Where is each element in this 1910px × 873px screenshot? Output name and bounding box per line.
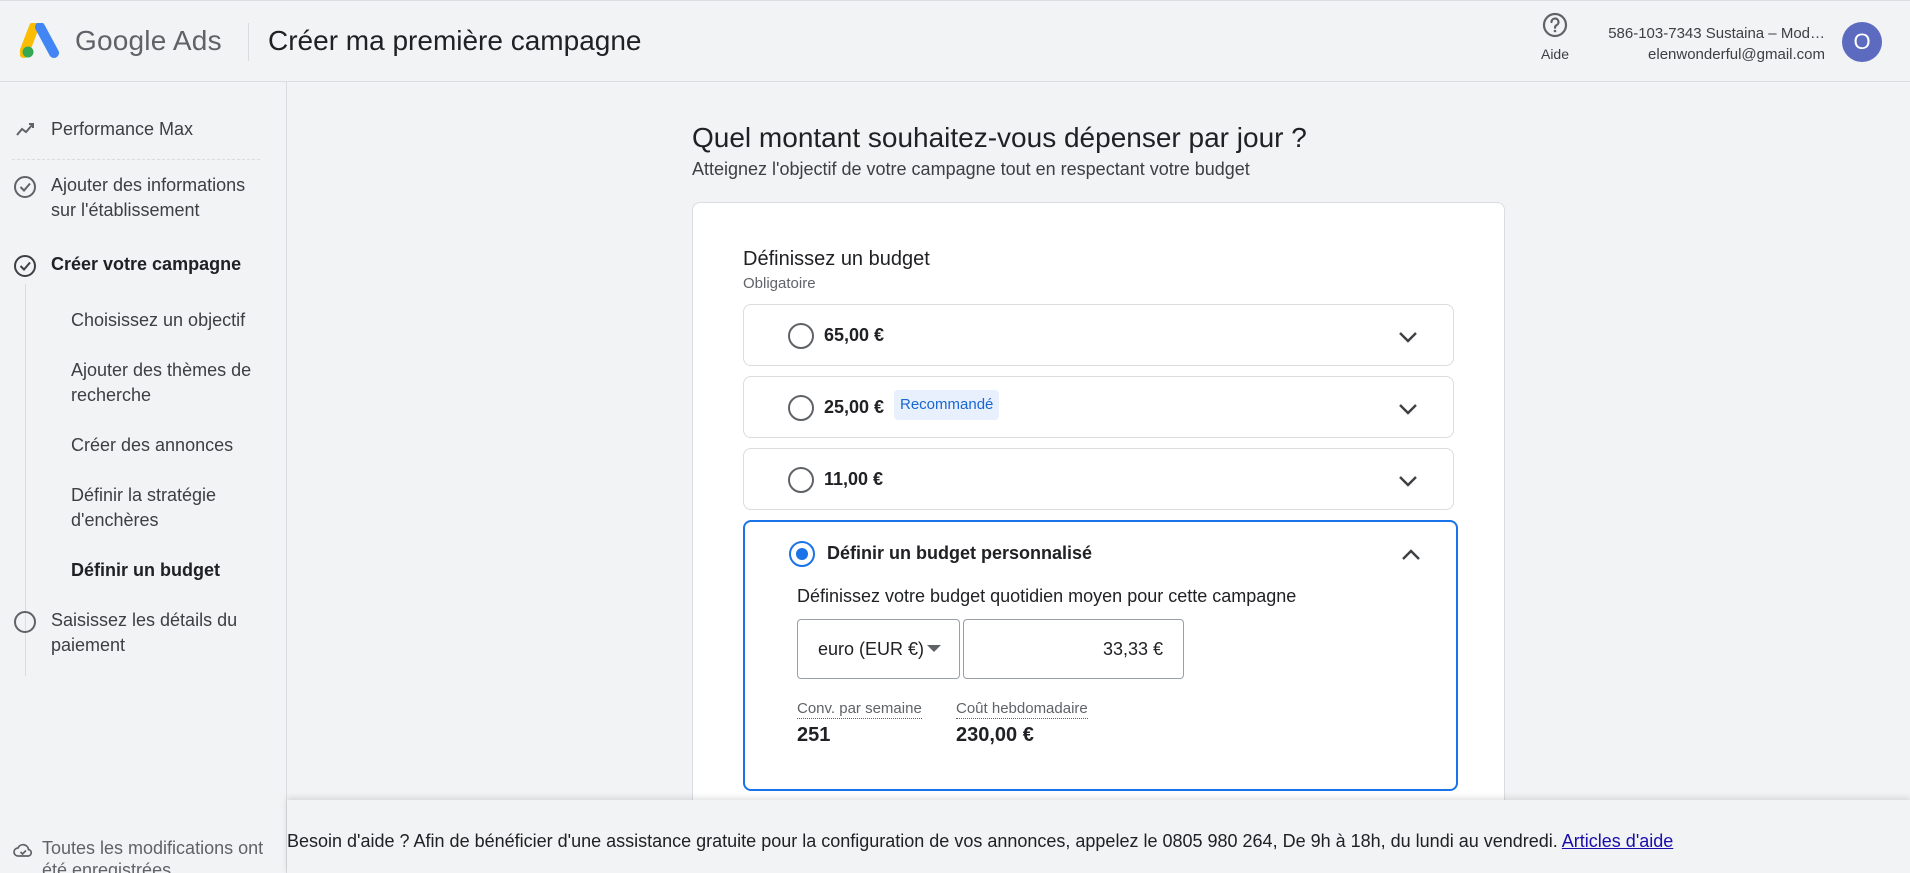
sidebar-item-label: Performance Max: [51, 119, 194, 139]
help-label: Aide: [1540, 46, 1570, 62]
top-bar: Google Ads Créer ma première campagne Ai…: [0, 0, 1910, 82]
currency-select[interactable]: euro (EUR €): [797, 619, 960, 679]
sidebar-item-performance-max[interactable]: Performance Max: [12, 117, 193, 143]
check-circle-icon: [14, 255, 36, 277]
divider: [12, 159, 260, 160]
avatar[interactable]: O: [1842, 22, 1882, 62]
sidebar-item-business-info[interactable]: Ajouter des informations sur l'établisse…: [12, 173, 267, 223]
custom-budget-description: Définissez votre budget quotidien moyen …: [797, 586, 1297, 606]
sidebar-item-create-campaign[interactable]: Créer votre campagne: [12, 252, 241, 278]
save-status: Toutes les modifications ont été enregis…: [12, 837, 287, 873]
substep-objective[interactable]: Choisissez un objectif: [71, 308, 271, 333]
custom-budget-label: Définir un budget personnalisé: [827, 543, 1093, 563]
budget-option-1[interactable]: 65,00 €: [743, 304, 1454, 366]
weekly-cost-label[interactable]: Coût hebdomadaire: [956, 700, 1088, 719]
dropdown-arrow-icon: [927, 645, 941, 652]
help-footer: Besoin d'aide ? Afin de bénéficier d'une…: [287, 800, 1910, 873]
account-id: 586-103-7343 Sustaina – Mod…: [1608, 25, 1825, 42]
help-articles-link[interactable]: Articles d'aide: [1562, 831, 1674, 851]
weekly-cost-value: 230,00 €: [956, 724, 1034, 746]
sidebar-item-payment[interactable]: Saisissez les détails du paiement: [12, 608, 267, 658]
help-circle-icon: [1542, 12, 1568, 38]
circle-icon: [14, 611, 36, 633]
conversions-value: 251: [797, 724, 831, 746]
conversions-label[interactable]: Conv. par semaine: [797, 700, 922, 719]
budget-option-label: 65,00 €: [824, 325, 885, 345]
google-ads-logo-icon[interactable]: [20, 23, 62, 59]
chevron-up-icon[interactable]: [1398, 542, 1424, 568]
save-status-text: Toutes les modifications ont été enregis…: [42, 838, 264, 873]
question-subtitle: Atteignez l'objectif de votre campagne t…: [692, 159, 1250, 179]
radio-button[interactable]: [788, 467, 814, 493]
check-circle-icon: [14, 176, 36, 198]
brand-name: Google Ads: [75, 25, 222, 56]
radio-button-selected[interactable]: [789, 541, 815, 567]
substep-bidding[interactable]: Définir la stratégie d'enchères: [71, 483, 271, 533]
chevron-down-icon[interactable]: [1395, 396, 1421, 422]
help-button[interactable]: Aide: [1535, 11, 1575, 62]
footer-message: Besoin d'aide ? Afin de bénéficier d'une…: [287, 831, 1558, 851]
substep-budget[interactable]: Définir un budget: [71, 558, 271, 583]
chart-icon: [16, 123, 34, 136]
currency-value: euro (EUR €): [818, 639, 925, 659]
question-title: Quel montant souhaitez-vous dépenser par…: [692, 122, 1307, 153]
recommended-badge: Recommandé: [894, 390, 1000, 420]
substep-search-themes[interactable]: Ajouter des thèmes de recherche: [71, 358, 271, 408]
custom-budget-option[interactable]: Définir un budget personnalisé Définisse…: [743, 520, 1458, 791]
radio-button[interactable]: [788, 323, 814, 349]
sidebar-item-label: Créer votre campagne: [51, 254, 242, 274]
card-title: Définissez un budget: [743, 248, 930, 270]
chevron-down-icon[interactable]: [1395, 324, 1421, 350]
budget-option-label: 11,00 €: [824, 469, 884, 489]
sidebar: Performance Max Ajouter des informations…: [0, 82, 287, 873]
sidebar-item-label: Ajouter des informations sur l'établisse…: [51, 175, 246, 220]
budget-option-2[interactable]: 25,00 € Recommandé: [743, 376, 1454, 438]
account-switcher[interactable]: 586-103-7343 Sustaina – Mod… elenwonderf…: [1608, 23, 1825, 65]
budget-amount-input[interactable]: 33,33 €: [963, 619, 1184, 679]
required-label: Obligatoire: [743, 275, 816, 292]
header-divider: [248, 23, 249, 61]
footer-text: Besoin d'aide ? Afin de bénéficier d'une…: [287, 831, 1673, 852]
radio-button[interactable]: [788, 395, 814, 421]
chevron-down-icon[interactable]: [1395, 468, 1421, 494]
budget-option-3[interactable]: 11,00 €: [743, 448, 1454, 510]
substep-create-ads[interactable]: Créer des annonces: [71, 433, 271, 458]
page-title: Créer ma première campagne: [268, 25, 642, 56]
budget-option-label: 25,00 €: [824, 397, 885, 417]
sidebar-item-label: Saisissez les détails du paiement: [51, 610, 238, 655]
cloud-done-icon: [13, 843, 33, 857]
account-email: elenwonderful@gmail.com: [1648, 46, 1825, 63]
